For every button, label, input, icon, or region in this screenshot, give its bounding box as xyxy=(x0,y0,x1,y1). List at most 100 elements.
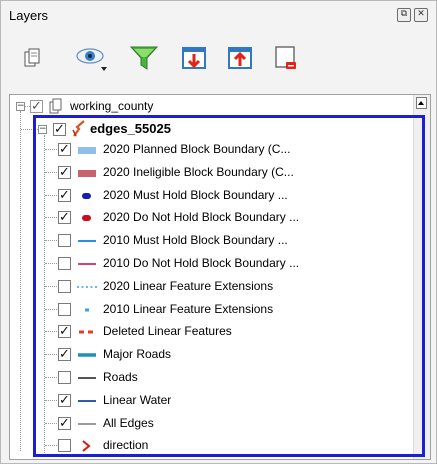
legend-item-checkbox[interactable]: ✓ xyxy=(58,393,71,407)
tree-connector xyxy=(45,217,57,219)
legend-item-checkbox[interactable] xyxy=(58,279,71,293)
tree-connector xyxy=(21,129,38,130)
legend-item-label[interactable]: Major Roads xyxy=(103,347,171,361)
tree-connector xyxy=(45,308,57,310)
tree-connector xyxy=(45,171,57,173)
tree-connector xyxy=(45,149,57,150)
layer-collapse-toggle[interactable]: − xyxy=(38,125,47,134)
remove-layer-icon xyxy=(275,46,296,69)
tree-connector xyxy=(45,354,57,356)
open-layer-styling-button[interactable] xyxy=(15,39,49,77)
tree-connector xyxy=(45,194,57,196)
legend-item[interactable]: ✓ 2020 Ineligible Block Boundary (C... xyxy=(10,162,410,184)
legend-item[interactable]: ✓ 2020 Planned Block Boundary (C... xyxy=(10,139,410,161)
vertical-scrollbar[interactable] xyxy=(413,95,430,459)
legend-symbol-icon xyxy=(78,377,96,379)
scroll-up-icon[interactable] xyxy=(416,97,427,109)
filter-legend-icon xyxy=(129,46,159,70)
legend-item-checkbox[interactable]: ✓ xyxy=(58,211,71,225)
legend-item[interactable]: 2010 Do Not Hold Block Boundary ... xyxy=(10,253,410,275)
legend-symbol-icon xyxy=(78,422,96,425)
legend-item[interactable]: 2020 Linear Feature Extensions xyxy=(10,276,410,298)
legend-item-checkbox[interactable] xyxy=(58,234,71,248)
panel-titlebar: Layers ⧉ ✕ xyxy=(1,1,436,29)
legend-symbol-icon xyxy=(82,215,91,222)
tree-connector xyxy=(45,422,57,424)
float-panel-button[interactable]: ⧉ xyxy=(397,8,411,22)
legend-item-checkbox[interactable]: ✓ xyxy=(58,348,71,362)
legend-item-checkbox[interactable]: ✓ xyxy=(58,325,71,339)
legend-item[interactable]: ✓ Major Roads xyxy=(10,344,410,366)
layers-panel: Layers ⧉ ✕ − ✓ working_county − ✓ edges_… xyxy=(0,0,437,464)
open-layer-styling-icon xyxy=(24,48,40,67)
legend-item-label[interactable]: 2020 Planned Block Boundary (C... xyxy=(103,142,290,156)
legend-item-label[interactable]: direction xyxy=(103,438,148,452)
legend-item[interactable]: ✓ All Edges xyxy=(10,413,410,435)
legend-item-checkbox[interactable]: ✓ xyxy=(58,188,71,202)
panel-title: Layers xyxy=(9,7,49,23)
legend-symbol-icon xyxy=(85,308,89,312)
group-checkbox[interactable]: ✓ xyxy=(30,100,43,113)
legend-item[interactable]: ✓ Linear Water xyxy=(10,390,410,412)
tree-connector xyxy=(45,240,57,242)
legend-item-label[interactable]: Linear Water xyxy=(103,393,171,407)
legend-item[interactable]: ✓ Deleted Linear Features xyxy=(10,321,410,343)
layer-tree[interactable]: − ✓ working_county − ✓ edges_55025 ✓ 2020… xyxy=(9,94,431,460)
legend-item-checkbox[interactable] xyxy=(58,439,71,453)
legend-item[interactable]: Roads xyxy=(10,367,410,389)
legend-item-label[interactable]: 2020 Do Not Hold Block Boundary ... xyxy=(103,210,299,224)
legend-symbol-icon xyxy=(78,353,96,357)
legend-symbol-icon xyxy=(78,399,96,402)
legend-item[interactable]: ✓ 2020 Must Hold Block Boundary ... xyxy=(10,185,410,207)
layers-toolbar xyxy=(1,39,436,79)
legend-item-checkbox[interactable]: ✓ xyxy=(58,143,71,156)
legend-item[interactable]: 2010 Linear Feature Extensions xyxy=(10,299,410,321)
legend-item-label[interactable]: Roads xyxy=(103,370,138,384)
tree-connector xyxy=(45,377,57,378)
legend-item-label[interactable]: 2010 Linear Feature Extensions xyxy=(103,302,273,316)
expand-all-icon xyxy=(182,47,206,69)
legend-item-checkbox[interactable]: ✓ xyxy=(58,416,71,430)
tree-connector xyxy=(45,263,57,264)
legend-item-label[interactable]: All Edges xyxy=(103,416,154,430)
close-panel-button[interactable]: ✕ xyxy=(414,8,428,22)
legend-item-checkbox[interactable]: ✓ xyxy=(58,165,71,179)
tree-connector xyxy=(45,399,57,401)
legend-item-label[interactable]: 2020 Ineligible Block Boundary (C... xyxy=(103,165,294,179)
legend-item[interactable]: direction xyxy=(10,435,410,457)
legend-symbol-icon xyxy=(78,169,96,177)
collapse-all-button[interactable] xyxy=(223,39,257,77)
legend-symbol-icon xyxy=(79,330,96,334)
legend-item-label[interactable]: 2020 Must Hold Block Boundary ... xyxy=(103,188,288,202)
legend-symbol-icon xyxy=(82,192,91,199)
legend-item-label[interactable]: Deleted Linear Features xyxy=(103,324,232,338)
legend-symbol-icon xyxy=(77,285,97,288)
layer-group-icon xyxy=(49,98,62,114)
legend-item-checkbox[interactable] xyxy=(58,371,71,384)
legend-symbol-icon xyxy=(78,240,96,243)
tree-connector xyxy=(45,445,57,447)
panel-window-buttons: ⧉ ✕ xyxy=(397,8,428,22)
legend-symbol-icon xyxy=(78,263,96,265)
group-collapse-toggle[interactable]: − xyxy=(16,102,25,111)
group-label[interactable]: working_county xyxy=(70,99,153,113)
line-layer-icon xyxy=(72,120,85,137)
legend-item-checkbox[interactable] xyxy=(58,257,71,270)
legend-item-label[interactable]: 2010 Must Hold Block Boundary ... xyxy=(103,233,288,247)
layer-checkbox[interactable]: ✓ xyxy=(53,123,66,136)
legend-symbol-icon xyxy=(82,440,91,453)
tree-connector xyxy=(45,331,57,333)
filter-legend-button[interactable] xyxy=(127,39,161,77)
legend-item[interactable]: 2010 Must Hold Block Boundary ... xyxy=(10,230,410,252)
expand-all-button[interactable] xyxy=(177,39,211,77)
legend-item-label[interactable]: 2010 Do Not Hold Block Boundary ... xyxy=(103,256,299,270)
legend-symbol-icon xyxy=(78,147,96,154)
collapse-all-icon xyxy=(228,47,252,69)
layer-label[interactable]: edges_55025 xyxy=(90,121,171,136)
manage-map-themes-icon xyxy=(76,48,107,71)
legend-item-label[interactable]: 2020 Linear Feature Extensions xyxy=(103,279,273,293)
remove-layer-button[interactable] xyxy=(269,39,303,77)
legend-item-checkbox[interactable] xyxy=(58,302,71,316)
legend-item[interactable]: ✓ 2020 Do Not Hold Block Boundary ... xyxy=(10,207,410,229)
manage-map-themes-button[interactable] xyxy=(75,39,109,77)
